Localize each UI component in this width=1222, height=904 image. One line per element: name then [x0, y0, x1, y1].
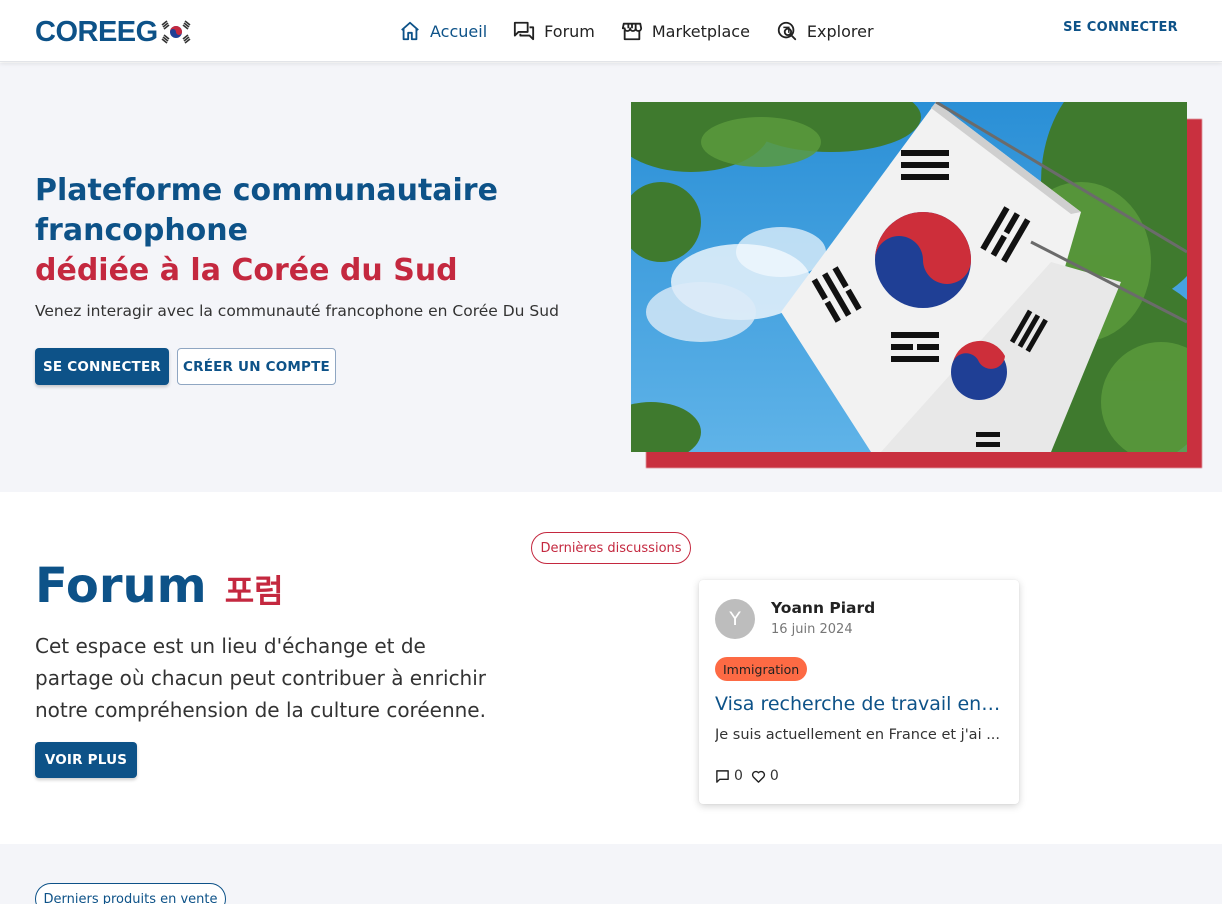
- create-account-button[interactable]: CRÉER UN COMPTE: [177, 348, 336, 385]
- hero-image-korean-flags: [631, 102, 1187, 452]
- nav-item-accueil[interactable]: Accueil: [399, 17, 487, 45]
- forum-heading: Forum 포럼: [35, 560, 284, 612]
- comment-count[interactable]: 0: [715, 768, 743, 784]
- category-tag[interactable]: Immigration: [715, 657, 808, 681]
- logo-text: COREEG: [35, 16, 158, 48]
- nav-label: Accueil: [430, 21, 488, 41]
- hero-title-line2: francophone: [35, 213, 248, 248]
- post-date: 16 juin 2024: [771, 622, 853, 637]
- avatar: Y: [715, 599, 755, 639]
- post-author: Yoann Piard: [771, 599, 876, 617]
- nav-label: Explorer: [806, 21, 874, 41]
- nav-item-explorer[interactable]: Explorer: [776, 17, 874, 45]
- latest-products-badge: Derniers produits en vente: [35, 883, 226, 904]
- latest-discussions-badge: Dernières discussions: [531, 532, 691, 564]
- heart-icon: [751, 770, 765, 783]
- see-more-button[interactable]: VOIR PLUS: [35, 742, 137, 778]
- comment-count-value: 0: [734, 768, 743, 784]
- hero-title: Plateforme communautaire francophone déd…: [35, 171, 575, 291]
- top-navbar: COREEG Accueil Forum Marketplace Explore…: [0, 0, 1222, 62]
- store-icon: [621, 22, 642, 41]
- hero-login-button[interactable]: SE CONNECTER: [35, 348, 169, 385]
- forum-post-card[interactable]: Y Yoann Piard 16 juin 2024 Immigration V…: [699, 580, 1019, 804]
- post-excerpt: Je suis actuellement en France et j'ai .…: [715, 727, 1001, 743]
- forum-description: Cet espace est un lieu d'échange et de p…: [35, 634, 487, 722]
- comment-icon: [716, 769, 729, 783]
- korean-flag-icon: [161, 20, 191, 44]
- nav-item-marketplace[interactable]: Marketplace: [621, 17, 750, 45]
- nav-label: Marketplace: [651, 21, 750, 41]
- like-count-value: 0: [769, 768, 779, 784]
- header-login-button[interactable]: SE CONNECTER: [1063, 20, 1178, 35]
- hero-title-accent: dédiée à la Corée du Sud: [35, 253, 458, 288]
- nav-label: Forum: [544, 21, 595, 41]
- explore-icon: [777, 21, 797, 41]
- logo[interactable]: COREEG: [35, 17, 192, 47]
- home-icon: [401, 21, 419, 41]
- forum-title: Forum: [35, 558, 207, 614]
- hero-subtitle: Venez interagir avec la communauté franc…: [35, 302, 559, 320]
- post-stats: 0 0: [715, 768, 787, 784]
- like-count[interactable]: 0: [751, 768, 779, 784]
- forum-icon: [514, 21, 535, 41]
- hero-section: Plateforme communautaire francophone déd…: [0, 63, 1222, 492]
- forum-title-korean: 포럼: [224, 572, 284, 610]
- nav-item-forum[interactable]: Forum: [513, 17, 595, 45]
- hero-title-line1: Plateforme communautaire: [35, 173, 498, 208]
- main-nav: Accueil Forum Marketplace Explorer: [399, 17, 900, 45]
- post-title[interactable]: Visa recherche de travail en ...: [715, 693, 1003, 715]
